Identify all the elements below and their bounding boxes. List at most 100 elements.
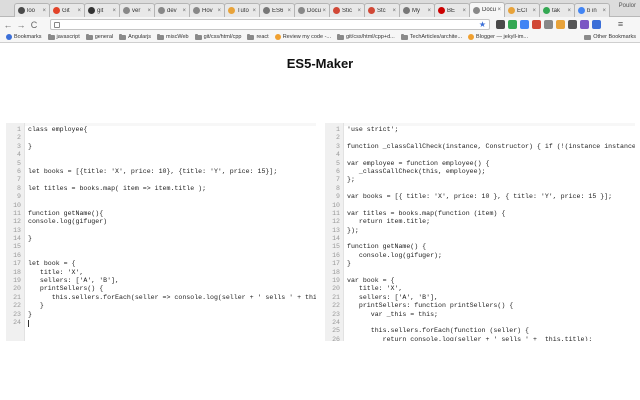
code-text: }; [347, 176, 355, 184]
tab-close-icon[interactable]: × [322, 8, 326, 14]
bookmark-item[interactable]: Review my code -... [274, 34, 331, 40]
browser-tab[interactable]: ES6 × [259, 3, 295, 17]
profile-name[interactable]: Poulor [619, 3, 636, 9]
bookmark-item[interactable]: miscWeb [157, 33, 189, 40]
tab-close-icon[interactable]: × [497, 7, 501, 13]
browser-tab[interactable]: git × [84, 3, 120, 17]
tab-close-icon[interactable]: × [182, 8, 186, 14]
address-bar[interactable]: ★ [50, 19, 490, 30]
browser-tab[interactable]: Tuto × [224, 3, 260, 17]
bookmark-label: git/css/html/cpp+d... [346, 34, 395, 40]
extension-icon-1[interactable] [496, 20, 505, 29]
other-bookmarks[interactable]: Other Bookmarks [584, 34, 636, 40]
browser-tab[interactable]: My × [399, 3, 435, 17]
code-line: 11 var titles = books.map(function (item)… [332, 210, 635, 218]
tab-close-icon[interactable]: × [462, 8, 466, 14]
browser-tab[interactable]: ECI × [504, 3, 540, 17]
page-info-icon[interactable] [54, 21, 60, 28]
line-number: 15 [332, 243, 340, 251]
line-number: 11 [13, 209, 21, 217]
line-number: 1 [17, 126, 21, 133]
code-line: 2 [17, 134, 316, 142]
browser-tab[interactable]: tak × [539, 3, 575, 17]
bookmark-item[interactable]: javascript [47, 33, 80, 40]
code-line: 9 [17, 193, 316, 201]
code-line: 20 printSellers() { [13, 285, 316, 293]
extension-icon-9[interactable] [592, 20, 601, 29]
browser-tab[interactable]: loo × [14, 3, 50, 17]
bookmark-star-icon[interactable]: ★ [479, 20, 486, 30]
bookmark-item[interactable]: Blogger — jekyll-im... [468, 34, 528, 40]
tab-close-icon[interactable]: × [427, 8, 431, 14]
browser-tab[interactable]: b in × [574, 3, 610, 17]
input-code-editor[interactable]: 1 class employee{2 3} 4 5 6 let books = [{titl… [6, 123, 316, 341]
bookmark-item[interactable]: general [85, 33, 113, 40]
line-number: 9 [17, 193, 21, 201]
code-line: 10 [332, 202, 635, 210]
code-line: 23} [13, 311, 316, 319]
browser-tab[interactable]: dev × [154, 3, 190, 17]
bookmark-item[interactable]: TechArticles/archite... [400, 33, 462, 40]
tab-close-icon[interactable]: × [392, 8, 396, 14]
tab-close-icon[interactable]: × [532, 8, 536, 14]
code-line: 6 let books = [{title: 'X', price: 10}, {… [17, 168, 316, 176]
code-line: 8 [336, 185, 635, 193]
line-number: 3 [336, 142, 340, 150]
tab-close-icon[interactable]: × [112, 8, 116, 14]
line-number: 7 [17, 176, 21, 184]
extension-icon-4[interactable] [532, 20, 541, 29]
browser-tab[interactable]: ver × [119, 3, 155, 17]
extension-icon-3[interactable] [520, 20, 529, 29]
back-button[interactable]: ← [3, 20, 13, 30]
line-number: 13 [13, 226, 21, 234]
tab-close-icon[interactable]: × [567, 8, 571, 14]
browser-tab[interactable]: Docum× [294, 3, 330, 17]
tab-close-icon[interactable]: × [217, 8, 221, 14]
browser-tab[interactable]: Stc × [364, 3, 400, 17]
bookmark-item[interactable]: git/css/html/cpp+d... [337, 33, 395, 40]
tab-favicon-icon [88, 7, 95, 14]
line-number: 22 [13, 302, 21, 310]
extension-icon-5[interactable] [544, 20, 553, 29]
browser-tab[interactable]: BE × [434, 3, 470, 17]
extension-icon-2[interactable] [508, 20, 517, 29]
bookmark-label: react [256, 34, 269, 40]
output-code-area[interactable]: 1 'use strict'; 2 3 function _classCallCheck… [332, 126, 635, 341]
browser-tab[interactable]: Git × [49, 3, 85, 17]
input-code-area[interactable]: 1 class employee{2 3} 4 5 6 let books = [{titl… [13, 126, 316, 341]
bookmark-item[interactable]: Bookmarks [6, 34, 42, 40]
bookmark-item[interactable]: react [247, 33, 269, 40]
code-line: 17 let book = { [13, 260, 316, 268]
code-line: 18 title: 'X', [13, 269, 316, 277]
extension-icon-8[interactable] [580, 20, 589, 29]
tab-close-icon[interactable]: × [77, 8, 81, 14]
tab-close-icon[interactable]: × [252, 8, 256, 14]
code-text: var employee = function employee() { [347, 159, 490, 167]
code-line: 16 console.log(gifuger); [332, 252, 635, 260]
code-text: function _classCallCheck(instance, Const… [347, 142, 635, 150]
bookmark-item[interactable]: Angularjs [119, 33, 151, 40]
extension-icon-7[interactable] [568, 20, 577, 29]
output-code-editor[interactable]: 1 'use strict'; 2 3 function _classCallCheck… [325, 123, 635, 341]
menu-icon[interactable]: ≡ [616, 20, 625, 29]
browser-tab[interactable]: Stic × [329, 3, 365, 17]
code-text: return item.title; [347, 218, 431, 226]
bookmark-item[interactable]: git/css/html/cpp [194, 33, 241, 40]
tab-favicon-icon [228, 7, 235, 14]
tab-close-icon[interactable]: × [42, 8, 46, 14]
forward-button[interactable]: → [16, 20, 26, 30]
line-number: 16 [13, 251, 21, 259]
tab-close-icon[interactable]: × [357, 8, 361, 14]
browser-tab[interactable]: Docum× [469, 2, 505, 17]
browser-tab[interactable]: Hov × [189, 3, 225, 17]
code-text: let book = { [28, 260, 76, 268]
reload-button[interactable]: C [29, 20, 39, 30]
code-line: 3} [17, 143, 316, 151]
tab-close-icon[interactable]: × [147, 8, 151, 14]
code-line: 7 [17, 176, 316, 184]
extension-icon-6[interactable] [556, 20, 565, 29]
line-number: 23 [13, 310, 21, 318]
tab-close-icon[interactable]: × [287, 8, 291, 14]
tab-favicon-icon [368, 7, 375, 14]
tab-close-icon[interactable]: × [602, 8, 606, 14]
